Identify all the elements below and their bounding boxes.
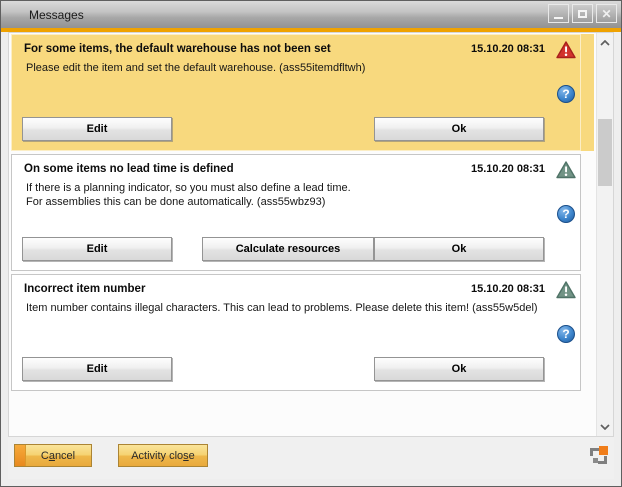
- scroll-up-button[interactable]: [597, 34, 613, 51]
- scroll-down-button[interactable]: [597, 418, 613, 435]
- message-timestamp: 15.10.20 08:31: [471, 163, 545, 175]
- messages-window: Messages ✕ For some items, the default w…: [0, 0, 622, 487]
- maximize-button[interactable]: [572, 4, 593, 23]
- message-button-ok[interactable]: Ok: [374, 357, 544, 381]
- message-body-line: Please edit the item and set the default…: [26, 61, 365, 75]
- message-body: Please edit the item and set the default…: [26, 61, 365, 75]
- help-icon[interactable]: ?: [557, 325, 575, 343]
- message-card-box: On some items no lead time is defined 15…: [11, 154, 581, 271]
- message-body-line: Item number contains illegal characters.…: [26, 301, 538, 315]
- messages-list: For some items, the default warehouse ha…: [8, 32, 614, 437]
- chevron-up-icon: [600, 40, 610, 46]
- window-title: Messages: [1, 8, 84, 22]
- message-timestamp: 15.10.20 08:31: [471, 43, 545, 55]
- message-button-ok[interactable]: Ok: [374, 237, 544, 261]
- expand-orange-square-icon: [599, 446, 608, 455]
- close-button[interactable]: ✕: [596, 4, 617, 23]
- error-icon: [556, 41, 576, 59]
- cancel-accent-strip: [15, 445, 26, 466]
- message-card-box: For some items, the default warehouse ha…: [11, 34, 581, 151]
- message-body-line: For assemblies this can be done automati…: [26, 195, 351, 209]
- window-controls: ✕: [548, 4, 617, 23]
- message-body: If there is a planning indicator, so you…: [26, 181, 351, 209]
- message-title: On some items no lead time is defined: [24, 163, 234, 175]
- help-icon[interactable]: ?: [557, 85, 575, 103]
- message-timestamp: 15.10.20 08:31: [471, 283, 545, 295]
- titlebar: Messages: [1, 1, 621, 28]
- message-card[interactable]: On some items no lead time is defined 15…: [11, 154, 594, 271]
- footer: Cancel Activity close: [8, 437, 614, 479]
- scrollbar[interactable]: [596, 33, 613, 436]
- warning-icon: [556, 281, 576, 299]
- chevron-down-icon: [600, 424, 610, 430]
- expand-form-button[interactable]: [590, 446, 608, 464]
- expand-bracket-icon: [590, 448, 599, 456]
- message-card[interactable]: Incorrect item number 15.10.20 08:31 Ite…: [11, 274, 594, 391]
- message-card-box: Incorrect item number 15.10.20 08:31 Ite…: [11, 274, 581, 391]
- message-card[interactable]: For some items, the default warehouse ha…: [11, 34, 594, 151]
- message-button-ok[interactable]: Ok: [374, 117, 544, 141]
- message-title: Incorrect item number: [24, 283, 145, 295]
- message-body: Item number contains illegal characters.…: [26, 301, 538, 315]
- help-icon[interactable]: ?: [557, 205, 575, 223]
- message-rows: For some items, the default warehouse ha…: [11, 34, 594, 394]
- expand-gray-square-icon: [593, 458, 598, 463]
- cancel-button[interactable]: Cancel: [14, 444, 92, 467]
- message-body-line: If there is a planning indicator, so you…: [26, 181, 351, 195]
- minimize-button[interactable]: [548, 4, 569, 23]
- activity-close-button[interactable]: Activity close: [118, 444, 208, 467]
- maximize-icon: [578, 10, 587, 18]
- minimize-icon: [554, 17, 563, 19]
- scrollbar-thumb[interactable]: [598, 119, 612, 186]
- message-button-calculate-resources[interactable]: Calculate resources: [202, 237, 374, 261]
- warning-icon: [556, 161, 576, 179]
- message-button-edit[interactable]: Edit: [22, 237, 172, 261]
- message-button-edit[interactable]: Edit: [22, 357, 172, 381]
- message-button-edit[interactable]: Edit: [22, 117, 172, 141]
- expand-bracket-icon: [598, 456, 607, 464]
- message-title: For some items, the default warehouse ha…: [24, 43, 331, 55]
- close-icon: ✕: [601, 8, 611, 20]
